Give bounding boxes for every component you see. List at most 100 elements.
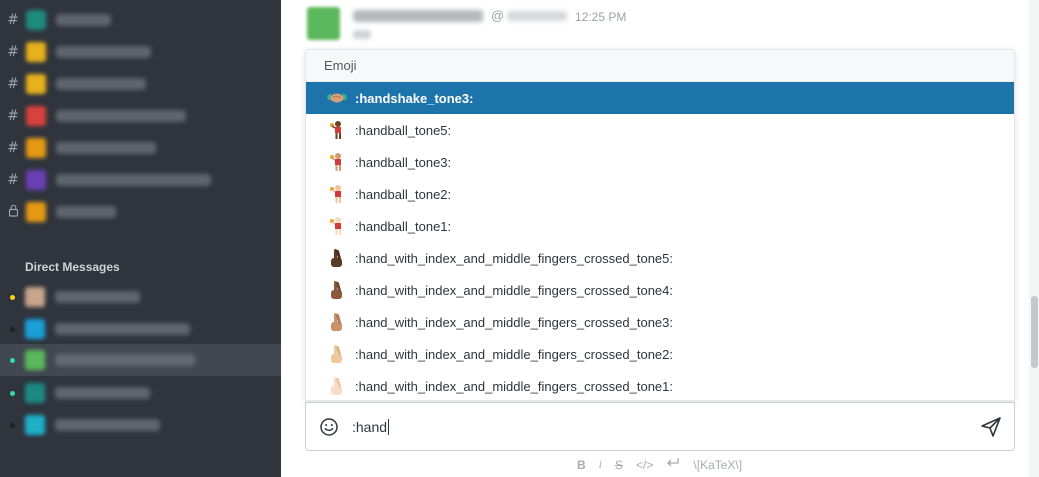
emoji-autocomplete-popup: Emoji :handshake_tone3: :handball_tone5:… (305, 49, 1015, 401)
handball-emoji-icon (326, 215, 348, 237)
emoji-option-label: :hand_with_index_and_middle_fingers_cros… (355, 282, 674, 298)
sidebar-dm[interactable] (0, 281, 281, 313)
user-name (55, 387, 150, 399)
emoji-option-label: :hand_with_index_and_middle_fingers_cros… (355, 250, 674, 266)
crossed-fingers-emoji-icon (326, 247, 348, 269)
message-input[interactable]: :hand (352, 419, 390, 435)
emoji-smile-icon[interactable] (319, 417, 339, 437)
italic-button[interactable]: i (599, 457, 602, 472)
emoji-option[interactable]: :hand_with_index_and_middle_fingers_cros… (306, 306, 1014, 338)
scrollbar-track[interactable] (1029, 0, 1039, 477)
emoji-option[interactable]: :handball_tone3: (306, 146, 1014, 178)
sidebar-channel[interactable]: # (0, 164, 281, 196)
channel-avatar (26, 106, 46, 126)
crossed-fingers-emoji-icon (326, 279, 348, 301)
hash-icon: # (7, 108, 19, 124)
emoji-option-label: :handball_tone3: (355, 154, 452, 170)
emoji-option-label: :handball_tone1: (355, 218, 452, 234)
user-avatar (25, 383, 45, 403)
scrollbar-thumb[interactable] (1031, 296, 1038, 368)
crossed-fingers-emoji-icon (326, 375, 348, 397)
text-caret (388, 419, 390, 435)
sidebar-channel[interactable]: # (0, 4, 281, 36)
emoji-option-label: :hand_with_index_and_middle_fingers_cros… (355, 314, 674, 330)
status-away-dot (10, 294, 15, 300)
katex-button[interactable]: \[KaTeX\] (693, 458, 742, 472)
user-name (55, 419, 160, 431)
sidebar-channel[interactable]: # (0, 68, 281, 100)
emoji-option-selected[interactable]: :handshake_tone3: (306, 82, 1014, 114)
enter-icon[interactable] (666, 457, 680, 472)
message-author-name[interactable] (353, 10, 483, 22)
send-icon[interactable] (980, 416, 1002, 438)
emoji-option-label: :hand_with_index_and_middle_fingers_cros… (355, 378, 674, 394)
hash-icon: # (7, 76, 19, 92)
message-input-value: :hand (352, 419, 388, 435)
crossed-fingers-emoji-icon (326, 311, 348, 333)
channel-avatar (26, 138, 46, 158)
emoji-option-label: :handball_tone5: (355, 122, 452, 138)
strike-button[interactable]: S (615, 458, 623, 472)
crossed-fingers-emoji-icon (326, 343, 348, 365)
sidebar-dm[interactable] (0, 313, 281, 345)
user-avatar (25, 350, 45, 370)
channel-name (56, 78, 146, 90)
message-body (353, 30, 371, 39)
message-username (507, 11, 567, 21)
channel-avatar (26, 74, 46, 94)
bold-button[interactable]: B (577, 458, 586, 472)
channel-name (56, 46, 151, 58)
sidebar-dm[interactable] (0, 409, 281, 441)
message-composer[interactable]: :hand (305, 402, 1015, 451)
channel-avatar (26, 10, 46, 30)
emoji-option-label: :handball_tone2: (355, 186, 452, 202)
emoji-option[interactable]: :hand_with_index_and_middle_fingers_cros… (306, 242, 1014, 274)
sidebar-channel[interactable]: # (0, 36, 281, 68)
user-avatar (25, 415, 45, 435)
emoji-option[interactable]: :hand_with_index_and_middle_fingers_cros… (306, 338, 1014, 370)
sidebar: # # # # # # Direct Messages (0, 0, 281, 477)
emoji-option-label: :handshake_tone3: (355, 90, 474, 106)
status-online-dot (10, 390, 15, 396)
message-at-sign: @ (491, 8, 505, 23)
hash-icon: # (7, 140, 19, 156)
status-offline-dot (10, 422, 15, 428)
code-button[interactable]: </> (636, 458, 653, 472)
status-online-dot (10, 357, 15, 363)
channel-avatar (26, 170, 46, 190)
sidebar-dm[interactable] (0, 377, 281, 409)
handball-emoji-icon (326, 183, 348, 205)
emoji-option[interactable]: :handball_tone5: (306, 114, 1014, 146)
sidebar-private-group[interactable] (0, 196, 281, 228)
emoji-option-label: :hand_with_index_and_middle_fingers_cros… (355, 346, 674, 362)
handshake-emoji-icon (326, 87, 348, 109)
user-avatar (25, 287, 45, 307)
channel-name (56, 110, 186, 122)
user-name (55, 354, 195, 366)
channel-avatar (26, 42, 46, 62)
handball-emoji-icon (326, 151, 348, 173)
handball-emoji-icon (326, 119, 348, 141)
emoji-option[interactable]: :hand_with_index_and_middle_fingers_cros… (306, 370, 1014, 400)
sidebar-dm-active[interactable] (0, 344, 281, 376)
emoji-option[interactable]: :handball_tone2: (306, 178, 1014, 210)
channel-name (56, 206, 116, 218)
sidebar-channel[interactable]: # (0, 100, 281, 132)
channel-name (56, 174, 211, 186)
formatting-toolbar: B i S </> \[KaTeX\] (577, 457, 742, 472)
user-avatar (25, 319, 45, 339)
hash-icon: # (7, 44, 19, 60)
channel-name (56, 142, 156, 154)
channel-avatar (26, 202, 46, 222)
user-name (55, 291, 140, 303)
message-time: 12:25 PM (575, 10, 627, 24)
emoji-option[interactable]: :hand_with_index_and_middle_fingers_cros… (306, 274, 1014, 306)
sidebar-channel[interactable]: # (0, 132, 281, 164)
message-avatar[interactable] (307, 7, 340, 40)
lock-icon (0, 204, 26, 221)
hash-icon: # (7, 172, 19, 188)
user-name (55, 323, 190, 335)
hash-icon: # (7, 12, 19, 28)
emoji-option[interactable]: :handball_tone1: (306, 210, 1014, 242)
popup-title: Emoji (306, 50, 1014, 82)
